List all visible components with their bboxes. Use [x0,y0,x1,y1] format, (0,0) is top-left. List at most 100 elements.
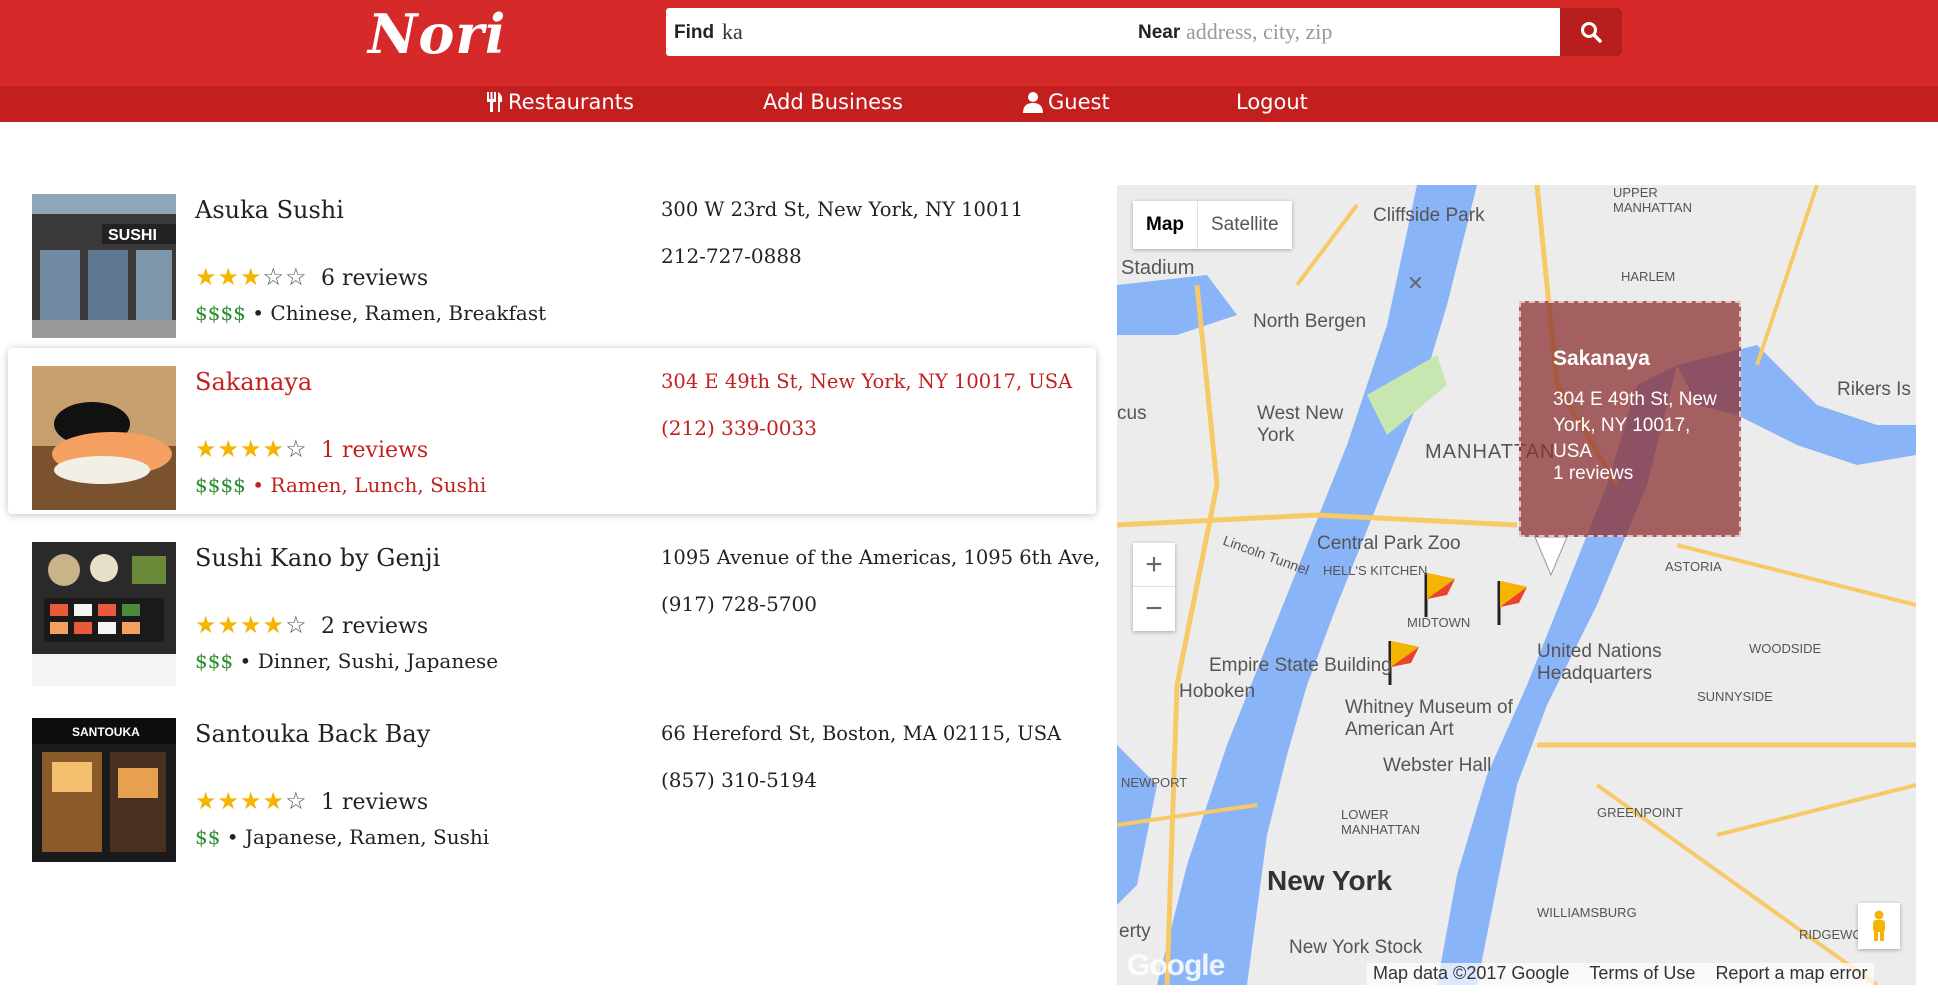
restaurant-meta: $$$ • Dinner, Sushi, Japanese [195,649,498,673]
map-label: NEWPORT [1121,775,1188,790]
map-type-map[interactable]: Map [1133,201,1198,249]
restaurant-name[interactable]: Sushi Kano by Genji [195,544,440,572]
star-filled-icon: ★ [217,613,241,639]
map-label: HELL'S KITCHEN [1323,563,1428,578]
star-empty-icon: ☆ [285,613,308,639]
svg-text:SUSHI: SUSHI [108,227,157,244]
restaurant-name[interactable]: Sakanaya [195,368,312,396]
info-close-icon[interactable]: ✕ [1407,271,1424,296]
map-label: LOWER MANHATTAN [1341,807,1420,837]
result-card[interactable]: Sushi Kano by Genji ★★★★☆ 2 reviews $$$ • D… [8,524,1100,690]
map-label: SUNNYSIDE [1697,689,1773,704]
terms-link[interactable]: Terms of Use [1589,963,1695,985]
restaurant-thumbnail[interactable]: SUSHI [32,194,176,338]
search-bar: Find Near [666,8,1622,56]
nav-logout[interactable]: Logout [1236,90,1308,114]
info-reviews: 1 reviews [1553,463,1634,484]
map-label: Whitney Museum of American Art [1345,697,1513,740]
nav-guest-label: Guest [1048,90,1110,114]
map-label: Webster Hall [1383,755,1492,776]
near-input[interactable] [1186,14,1546,50]
star-filled-icon: ★ [240,437,263,463]
rating-stars: ★★★☆☆ [195,263,308,292]
restaurant-address: 304 E 49th St, New York, NY 10017, USA [661,370,1073,393]
nav-add-business[interactable]: Add Business [763,90,903,114]
street-view-button[interactable] [1858,903,1900,949]
restaurant-phone: (212) 339-0033 [661,416,817,440]
map-type-control: Map Satellite [1133,201,1292,249]
map-label: WOODSIDE [1749,641,1822,656]
zoom-in-button[interactable]: + [1133,543,1175,587]
categories: Dinner, Sushi, Japanese [257,649,499,673]
meta-separator: • [233,649,258,673]
star-filled-icon: ★ [217,265,241,291]
categories: Chinese, Ramen, Breakfast [270,301,547,325]
result-card[interactable]: Sakanaya ★★★★☆ 1 reviews $$$$ • Ramen, Lunc… [8,348,1096,514]
map-label: Cliffside Park [1373,205,1485,226]
map-canvas[interactable] [1117,185,1916,985]
nav-restaurants-label: Restaurants [508,90,634,114]
result-card[interactable]: SANTOUKA Santouka Back Bay ★★★★☆ 1 reviews $… [8,700,1096,866]
map-label: GREENPOINT [1597,805,1683,820]
restaurant-meta: $$ • Japanese, Ramen, Sushi [195,825,489,849]
map-label: UPPER MANHATTAN [1613,185,1692,215]
restaurant-thumbnail[interactable]: SANTOUKA [32,718,176,862]
star-filled-icon: ★ [262,613,286,639]
star-filled-icon: ★ [240,789,263,815]
rating-stars: ★★★★☆ [195,435,308,464]
restaurant-phone: (917) 728-5700 [661,592,817,616]
review-count: 6 reviews [321,266,429,291]
price-level: $$$$ [195,301,246,325]
nav-restaurants[interactable]: Restaurants [486,90,634,114]
star-filled-icon: ★ [195,789,218,815]
search-icon [1581,22,1602,43]
restaurant-name[interactable]: Santouka Back Bay [195,720,430,748]
categories: Japanese, Ramen, Sushi [244,825,490,849]
meta-separator: • [220,825,245,849]
search-button[interactable] [1560,8,1622,56]
user-icon [1023,92,1043,113]
fork-knife-icon [487,92,503,112]
report-error-link[interactable]: Report a map error [1715,963,1867,985]
pegman-icon [1873,910,1885,941]
star-filled-icon: ★ [195,265,218,291]
map-info-window: Sakanaya 304 E 49th St, New York, NY 100… [1519,301,1741,537]
info-title: Sakanaya [1553,347,1650,370]
star-empty-icon: ☆ [285,265,308,291]
star-filled-icon: ★ [240,613,263,639]
star-filled-icon: ★ [217,437,241,463]
restaurant-phone: 212-727-0888 [661,244,802,268]
star-filled-icon: ★ [262,437,286,463]
restaurant-address: 300 W 23rd St, New York, NY 10011 [661,198,1024,221]
nav-guest[interactable]: Guest [1022,90,1110,114]
restaurant-name[interactable]: Asuka Sushi [195,196,344,224]
map-label: United Nations Headquarters [1537,641,1662,684]
map[interactable]: Cliffside Park Stadium North Bergen West… [1117,185,1916,985]
map-type-satellite[interactable]: Satellite [1198,201,1292,249]
find-input[interactable] [722,14,1122,50]
logo[interactable]: Nori [368,2,506,66]
map-label: West New York [1257,403,1344,446]
map-label: New York [1267,865,1393,896]
restaurant-thumbnail[interactable] [32,542,176,686]
info-address: 304 E 49th St, New York, NY 10017, USA [1553,389,1717,462]
restaurant-meta: $$$$ • Ramen, Lunch, Sushi [195,473,486,497]
map-label: cus [1117,403,1147,424]
restaurant-phone: (857) 310-5194 [661,768,817,792]
star-empty-icon: ☆ [285,437,308,463]
star-empty-icon: ☆ [285,789,308,815]
near-label: Near [1138,22,1181,43]
map-label: WILLIAMSBURG [1537,905,1637,920]
map-label: ASTORIA [1665,559,1722,574]
result-card[interactable]: SUSHI Asuka Sushi ★★★☆☆ 6 reviews $$$$ • Chi… [8,176,1096,342]
restaurant-address: 1095 Avenue of the Americas, 1095 6th Av… [661,546,1101,569]
map-label: Hoboken [1179,681,1256,702]
nav-add-business-label: Add Business [763,90,903,114]
zoom-out-button[interactable]: − [1133,587,1175,631]
meta-separator: • [245,301,271,325]
restaurant-thumbnail[interactable] [32,366,176,510]
restaurant-meta: $$$$ • Chinese, Ramen, Breakfast [195,301,546,325]
svg-text:SANTOUKA: SANTOUKA [72,725,140,739]
star-empty-icon: ☆ [262,265,286,291]
map-label: MIDTOWN [1407,615,1471,630]
